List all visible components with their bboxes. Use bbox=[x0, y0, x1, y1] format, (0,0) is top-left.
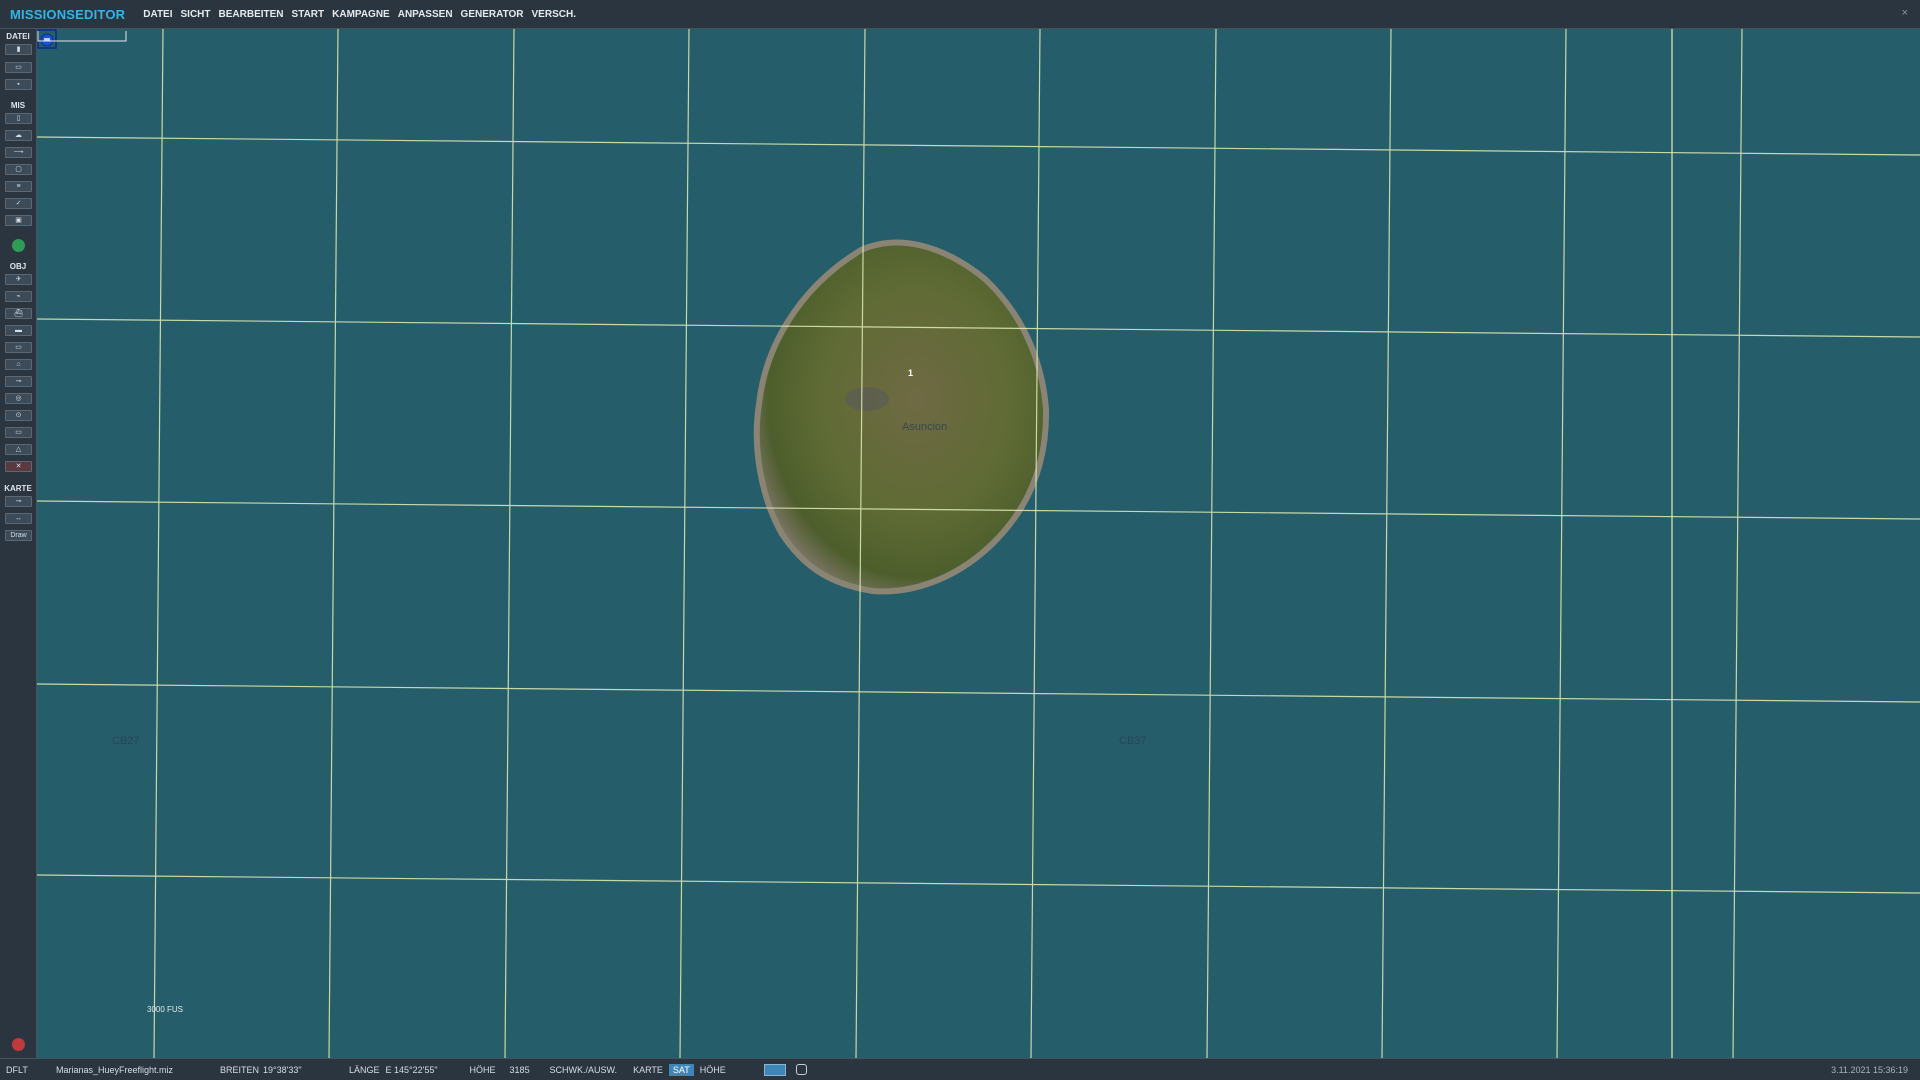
group-icon[interactable]: ▭ bbox=[5, 427, 32, 438]
map-canvas[interactable]: CB27 CB37 Asuncion 1 3000 FUS bbox=[37, 29, 1920, 1058]
island-landmass bbox=[753, 239, 1050, 595]
delete-icon[interactable]: ✕ bbox=[5, 461, 32, 472]
mission-filename: Marianas_HueyFreeflight.miz bbox=[56, 1064, 174, 1075]
airplane-icon[interactable]: ✈ bbox=[5, 274, 32, 285]
open-folder-icon[interactable]: ▭ bbox=[5, 62, 32, 73]
menu-datei[interactable]: DATEI bbox=[143, 7, 172, 22]
menu-sicht[interactable]: SICHT bbox=[181, 7, 211, 22]
altitude-mode-button[interactable]: HÖHE bbox=[696, 1064, 730, 1076]
save-icon[interactable]: ▪ bbox=[5, 79, 32, 90]
map-mode-button[interactable]: KARTE bbox=[629, 1064, 667, 1076]
draw-button[interactable]: Draw bbox=[5, 530, 32, 541]
app-title: MISSIONSEDITOR bbox=[10, 6, 126, 22]
preset-dropdown[interactable]: DFLT bbox=[6, 1065, 42, 1075]
menu-anpassen[interactable]: ANPASSEN bbox=[398, 7, 453, 22]
datetime-readout: 3.11.2021 15:36:19 bbox=[1831, 1064, 1908, 1075]
menu-start[interactable]: START bbox=[292, 7, 325, 22]
template-icon[interactable]: ⌂ bbox=[5, 359, 32, 370]
altitude-label: HÖHE bbox=[469, 1064, 496, 1075]
new-file-icon[interactable]: ▮ bbox=[5, 44, 32, 55]
island-name-label: Asuncion bbox=[902, 421, 948, 433]
status-bar: DFLT Marianas_HueyFreeflight.miz BREITEN… bbox=[0, 1058, 1920, 1080]
helicopter-icon[interactable]: ⌁ bbox=[5, 291, 32, 302]
menu-kampagne[interactable]: KAMPAGNE bbox=[332, 7, 390, 22]
waypoint-icon[interactable]: ⊸ bbox=[5, 376, 32, 387]
record-icon[interactable] bbox=[12, 1038, 25, 1051]
route-icon[interactable]: ⟶ bbox=[5, 147, 32, 158]
sat-mode-button[interactable]: SAT bbox=[668, 1063, 694, 1076]
grid-square-label: CB37 bbox=[1119, 735, 1147, 747]
check-icon[interactable]: ✓ bbox=[5, 198, 32, 209]
zone-icon[interactable]: ◎ bbox=[5, 393, 32, 404]
scale-bar-label: 3000 FUS bbox=[147, 1005, 184, 1014]
close-icon[interactable]: × bbox=[1902, 7, 1908, 19]
select-mode-button[interactable]: SCHWK./AUSW. bbox=[546, 1064, 622, 1076]
start-green-icon[interactable] bbox=[12, 239, 25, 252]
menu-generator[interactable]: GENERATOR bbox=[461, 7, 524, 22]
latitude-value: 19°38'33" bbox=[263, 1064, 302, 1075]
static-object-icon[interactable]: ▭ bbox=[5, 342, 32, 353]
map-key-icon[interactable]: ⊸ bbox=[5, 496, 32, 507]
map-graphics bbox=[37, 29, 1920, 1058]
section-label-objects: OBJ bbox=[9, 262, 27, 271]
left-toolbar: DATEI ▮ ▭ ▪ MIS ▯ ☁ ⟶ ▢ ≡ ✓ ▣ OBJ ✈ ⌁ ⛴ … bbox=[0, 29, 37, 1058]
crater-shadow bbox=[845, 387, 889, 411]
latitude-label: BREITEN bbox=[220, 1064, 260, 1075]
menu-versch[interactable]: VERSCH. bbox=[532, 7, 576, 22]
coalition-icon[interactable]: ▣ bbox=[5, 215, 32, 226]
mission-briefing-icon[interactable]: ▯ bbox=[5, 113, 32, 124]
altitude-value: 3185 bbox=[509, 1064, 530, 1075]
target-icon[interactable]: ⊙ bbox=[5, 410, 32, 421]
trigger-list-icon[interactable]: ≡ bbox=[5, 181, 32, 192]
unit-group-number: 1 bbox=[908, 368, 914, 378]
ship-icon[interactable]: ⛴ bbox=[5, 308, 32, 319]
fullscreen-icon[interactable] bbox=[795, 1064, 807, 1075]
ruler-icon[interactable]: ↔ bbox=[5, 513, 32, 524]
longitude-value: E 145°22'55" bbox=[385, 1064, 438, 1075]
menu-bearbeiten[interactable]: BEARBEITEN bbox=[219, 7, 284, 22]
grid-square-label: CB27 bbox=[112, 735, 140, 747]
section-label-mission: MIS bbox=[10, 101, 26, 110]
section-label-file: DATEI bbox=[6, 32, 30, 41]
map-layers-icon[interactable] bbox=[763, 1063, 786, 1076]
scale-bar bbox=[37, 31, 127, 42]
ground-vehicle-icon[interactable]: ▬ bbox=[5, 325, 32, 336]
section-label-map: KARTE bbox=[4, 484, 32, 493]
trigger-box-icon[interactable]: ▢ bbox=[5, 164, 32, 175]
menu-bar: MISSIONSEDITOR DATEI SICHT BEARBEITEN ST… bbox=[0, 0, 1920, 29]
longitude-label: LÄNGE bbox=[349, 1064, 380, 1075]
weather-cloud-icon[interactable]: ☁ bbox=[5, 130, 32, 141]
shapes-icon[interactable]: △ bbox=[5, 444, 32, 455]
